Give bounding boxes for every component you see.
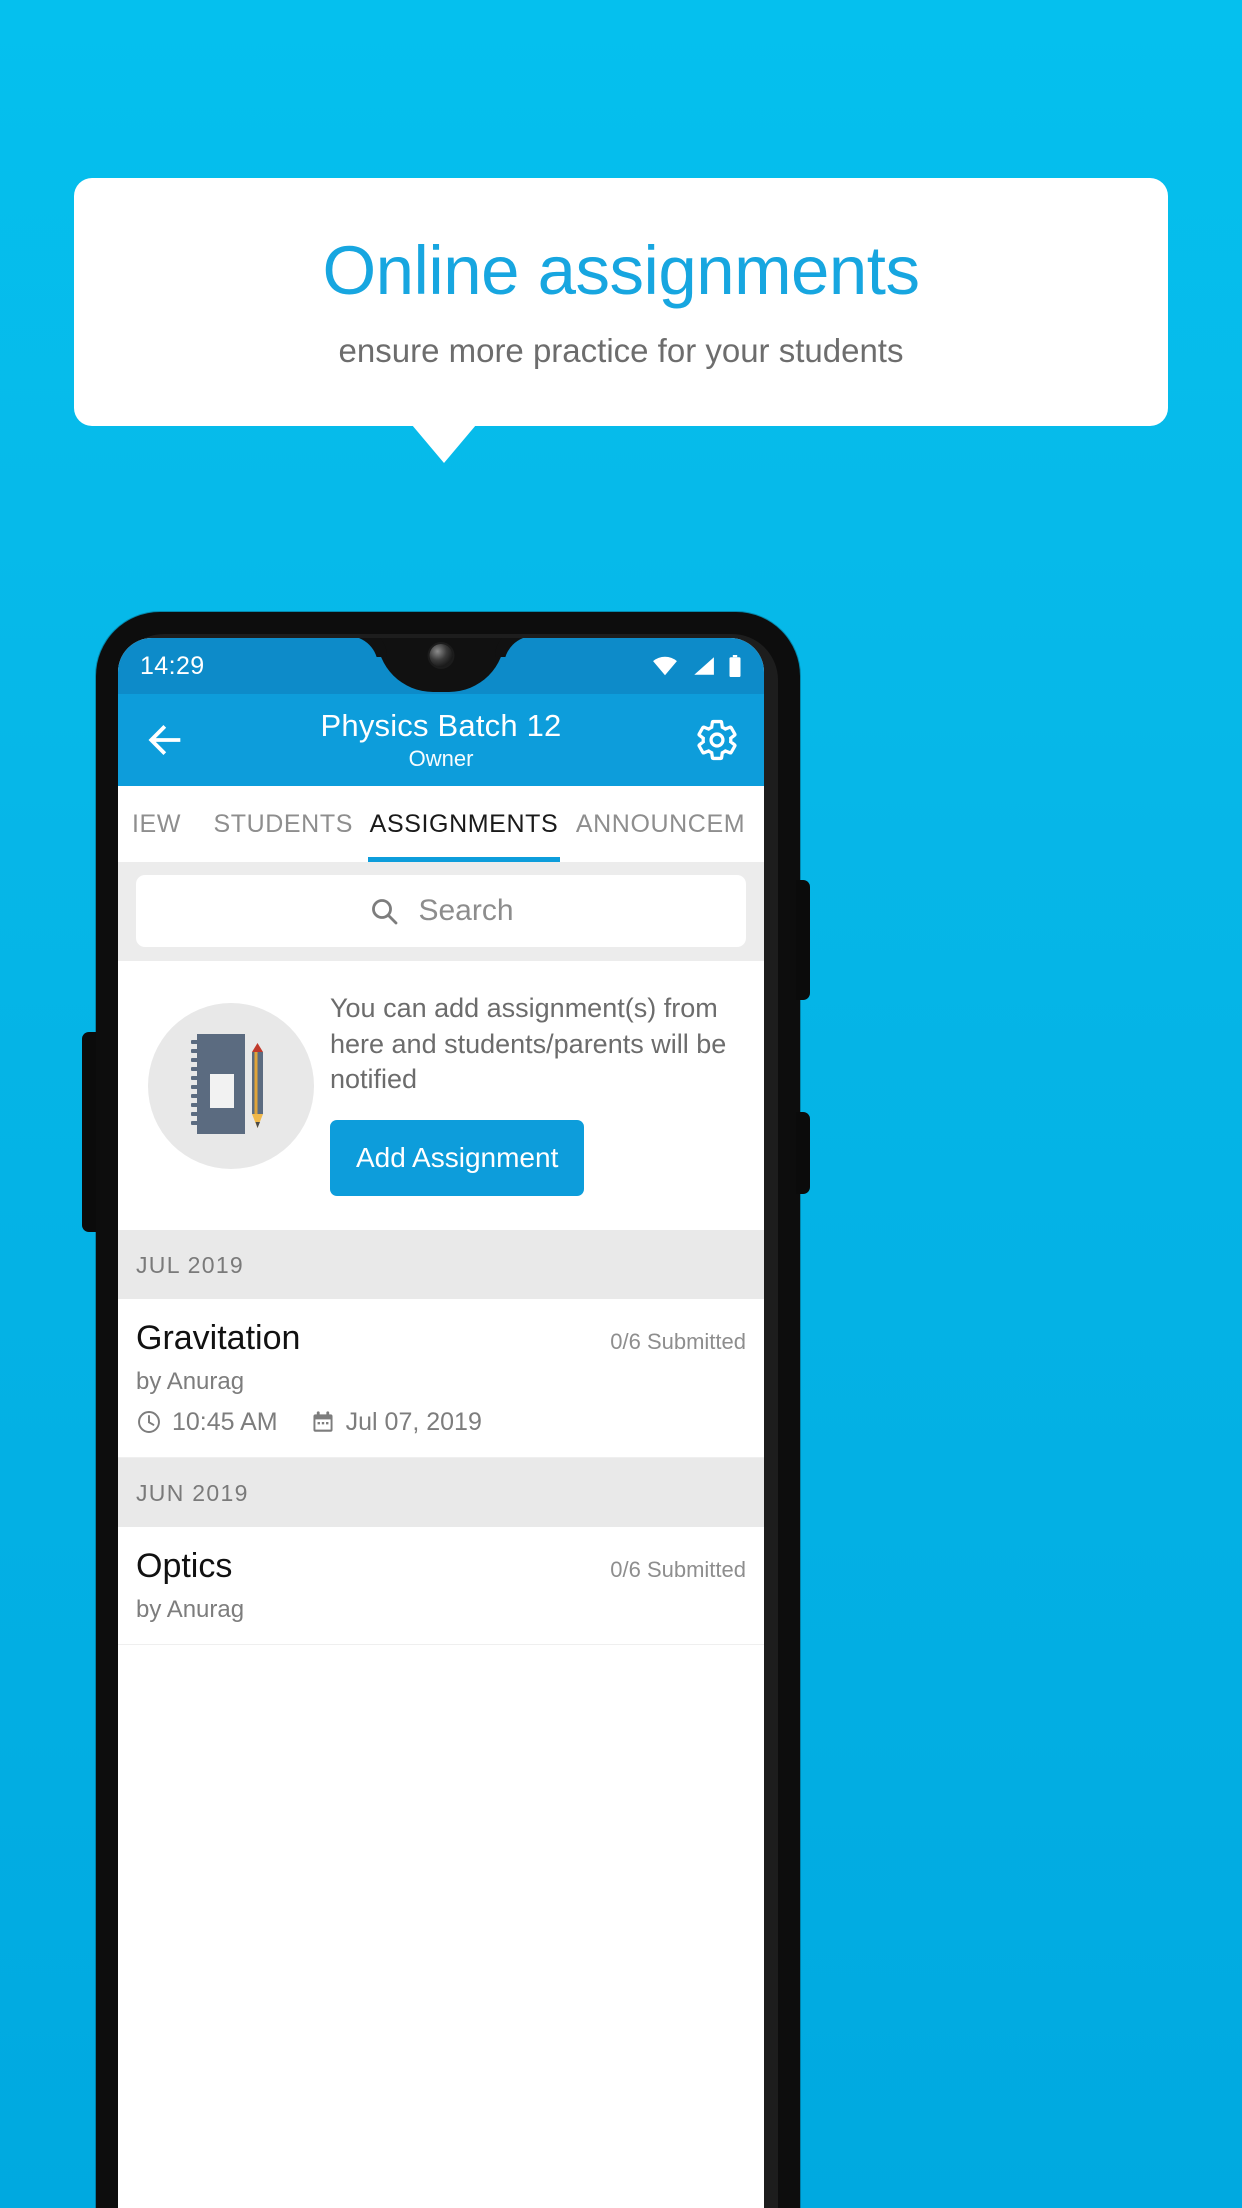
assignment-date: Jul 07, 2019	[345, 1407, 482, 1436]
clock-icon	[138, 1411, 160, 1434]
camera-notch	[377, 638, 505, 692]
search-icon	[372, 899, 398, 925]
back-arrow-icon[interactable]	[142, 717, 188, 763]
page-subtitle: Owner	[408, 746, 474, 771]
tab-overview[interactable]: IEW	[118, 786, 198, 862]
add-assignment-button[interactable]: Add Assignment	[330, 1119, 585, 1196]
device-screen: 14:29 Physics Batch 12 Owner IEW STUDENT…	[118, 638, 764, 2208]
month-header-jun: JUN 2019	[118, 1457, 764, 1527]
battery-icon	[729, 655, 741, 677]
search-container: Search	[118, 863, 764, 961]
assignment-author: by Anurag	[136, 1367, 245, 1395]
empty-state-card: You can add assignment(s) from here and …	[118, 961, 764, 1230]
assignment-row-top: Gravitation 0/6 Submitted	[136, 1319, 746, 1358]
wifi-icon	[653, 656, 677, 676]
table-row[interactable]: Gravitation 0/6 Submitted by Anurag 10:4…	[118, 1298, 764, 1458]
status-time: 14:29	[140, 651, 205, 680]
empty-state-message: You can add assignment(s) from here and …	[330, 993, 727, 1095]
app-bar: Physics Batch 12 Owner	[118, 694, 764, 786]
notebook-pencil-icon	[148, 1003, 314, 1169]
callout-subtitle: ensure more practice for your students	[338, 332, 904, 370]
status-icons	[652, 655, 742, 677]
front-camera-icon	[429, 644, 453, 667]
signal-icon	[694, 657, 714, 675]
volume-button[interactable]	[796, 1112, 810, 1194]
assignment-submitted-count: 0/6 Submitted	[610, 1328, 746, 1354]
month-header-jul: JUL 2019	[118, 1229, 764, 1299]
calendar-icon	[313, 1411, 333, 1433]
app-bar-titles: Physics Batch 12 Owner	[188, 710, 694, 770]
callout-tail	[412, 425, 476, 463]
assignment-meta: 10:45 AM Jul 07, 2019	[136, 1408, 746, 1437]
assignment-author: by Anurag	[136, 1595, 245, 1623]
table-row[interactable]: Optics 0/6 Submitted by Anurag	[118, 1526, 764, 1645]
tab-bar[interactable]: IEW STUDENTS ASSIGNMENTS ANNOUNCEM	[118, 786, 764, 863]
assignment-title: Optics	[136, 1546, 233, 1585]
assignment-submitted-count: 0/6 Submitted	[610, 1556, 746, 1582]
tab-assignments[interactable]: ASSIGNMENTS	[368, 786, 560, 862]
tab-announcements[interactable]: ANNOUNCEM	[560, 786, 764, 862]
power-button[interactable]	[796, 880, 810, 1000]
search-placeholder: Search	[418, 894, 514, 927]
gear-icon[interactable]	[694, 717, 740, 763]
left-side-button[interactable]	[82, 1032, 96, 1232]
tab-students[interactable]: STUDENTS	[198, 786, 368, 862]
assignment-title: Gravitation	[136, 1318, 301, 1357]
search-input[interactable]: Search	[136, 875, 746, 947]
assignment-time: 10:45 AM	[172, 1407, 278, 1436]
promo-screen: Online assignments ensure more practice …	[0, 0, 1242, 2208]
assignment-row-top: Optics 0/6 Submitted	[136, 1547, 746, 1586]
page-title: Physics Batch 12	[320, 708, 562, 743]
callout-title: Online assignments	[322, 231, 920, 309]
callout-card: Online assignments ensure more practice …	[74, 178, 1168, 426]
status-bar: 14:29	[118, 638, 764, 694]
empty-state-content: You can add assignment(s) from here and …	[330, 989, 746, 1196]
